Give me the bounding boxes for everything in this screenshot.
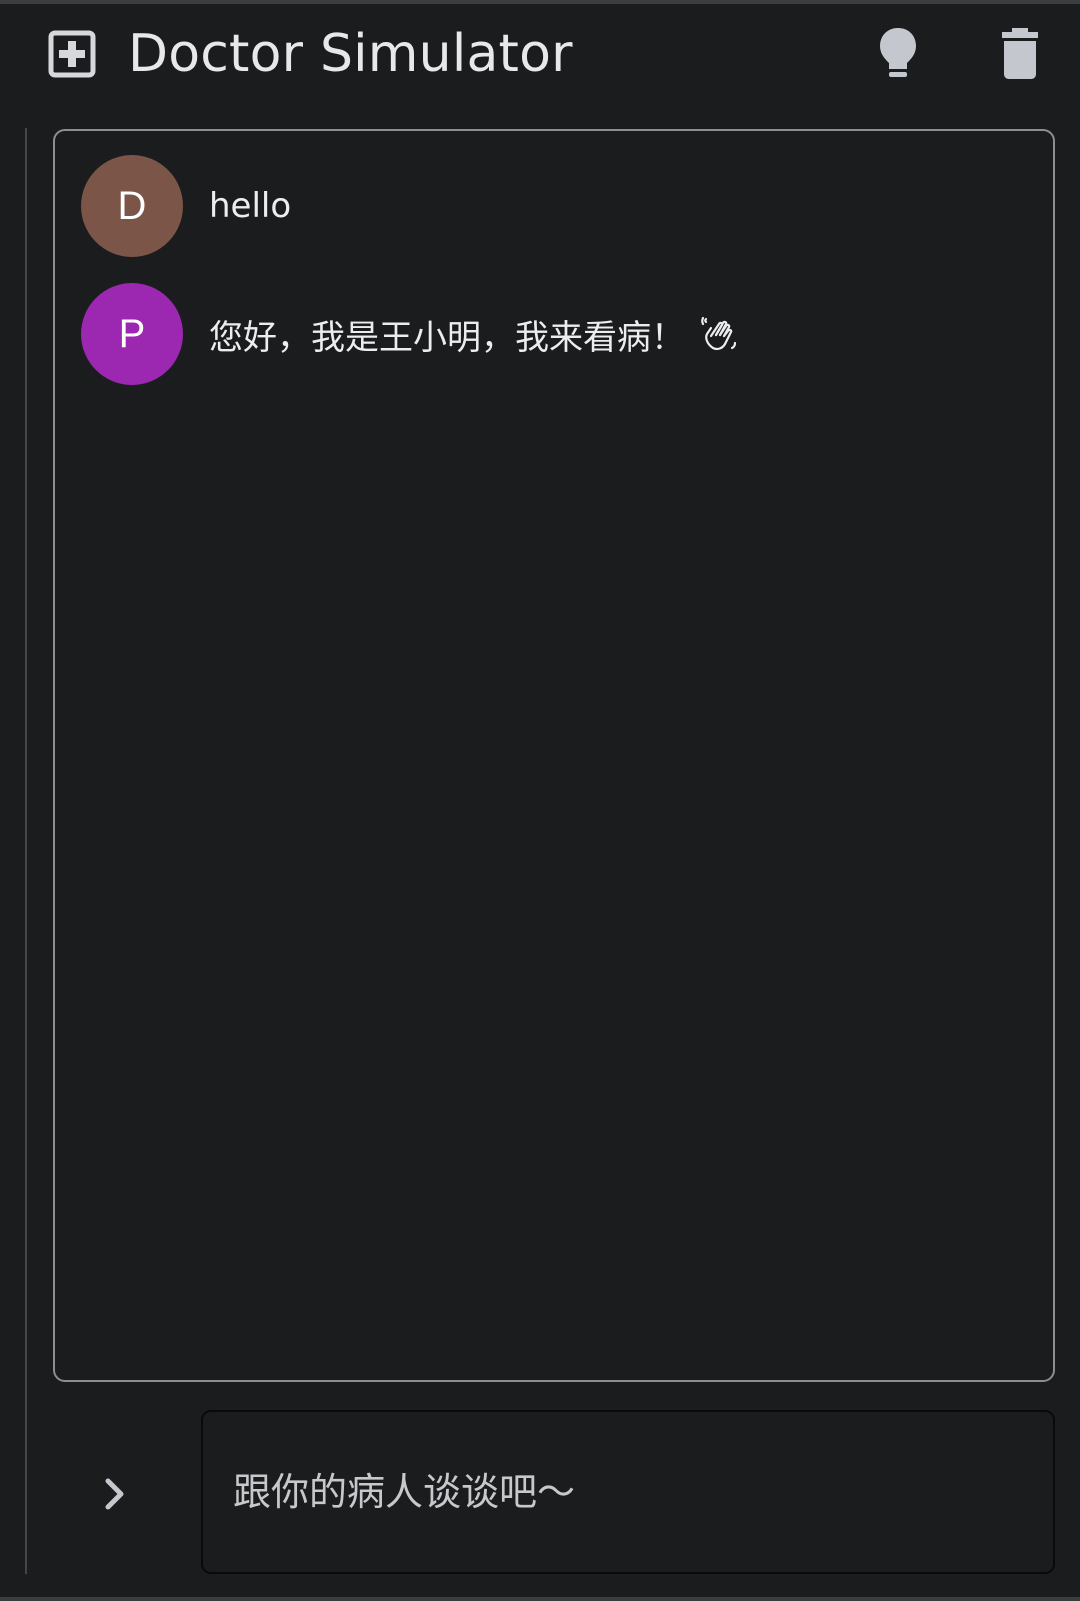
message-text-content: hello xyxy=(209,186,292,226)
medical-cross-icon[interactable] xyxy=(48,30,96,78)
hint-button[interactable] xyxy=(870,26,926,82)
app-title: Doctor Simulator xyxy=(128,24,573,84)
avatar-doctor: D xyxy=(81,155,183,257)
message-doctor: D hello xyxy=(81,155,291,257)
message-input[interactable] xyxy=(203,1412,1053,1572)
message-text-content: 您好，我是王小明，我来看病！ xyxy=(209,317,685,358)
avatar-patient: P xyxy=(81,283,183,385)
delete-button[interactable] xyxy=(992,26,1048,82)
trash-icon xyxy=(1002,28,1038,79)
message-text: 您好，我是王小明，我来看病！ xyxy=(209,310,739,359)
lightbulb-icon xyxy=(880,28,916,77)
waving-hand-icon xyxy=(699,314,739,354)
send-button[interactable] xyxy=(88,1462,142,1526)
avatar-letter: D xyxy=(117,183,147,228)
message-text: hello xyxy=(209,186,291,226)
message-patient: P 您好，我是王小明，我来看病！ xyxy=(81,283,739,385)
chevron-right-icon xyxy=(105,1478,124,1510)
app-header: Doctor Simulator xyxy=(0,4,1080,104)
chat-history[interactable]: D hello P 您好，我是王小明，我来看病！ xyxy=(53,129,1055,1382)
avatar-letter: P xyxy=(118,311,146,356)
message-input-container xyxy=(201,1410,1055,1574)
bottom-divider xyxy=(0,1597,1080,1601)
side-divider xyxy=(25,128,27,1574)
